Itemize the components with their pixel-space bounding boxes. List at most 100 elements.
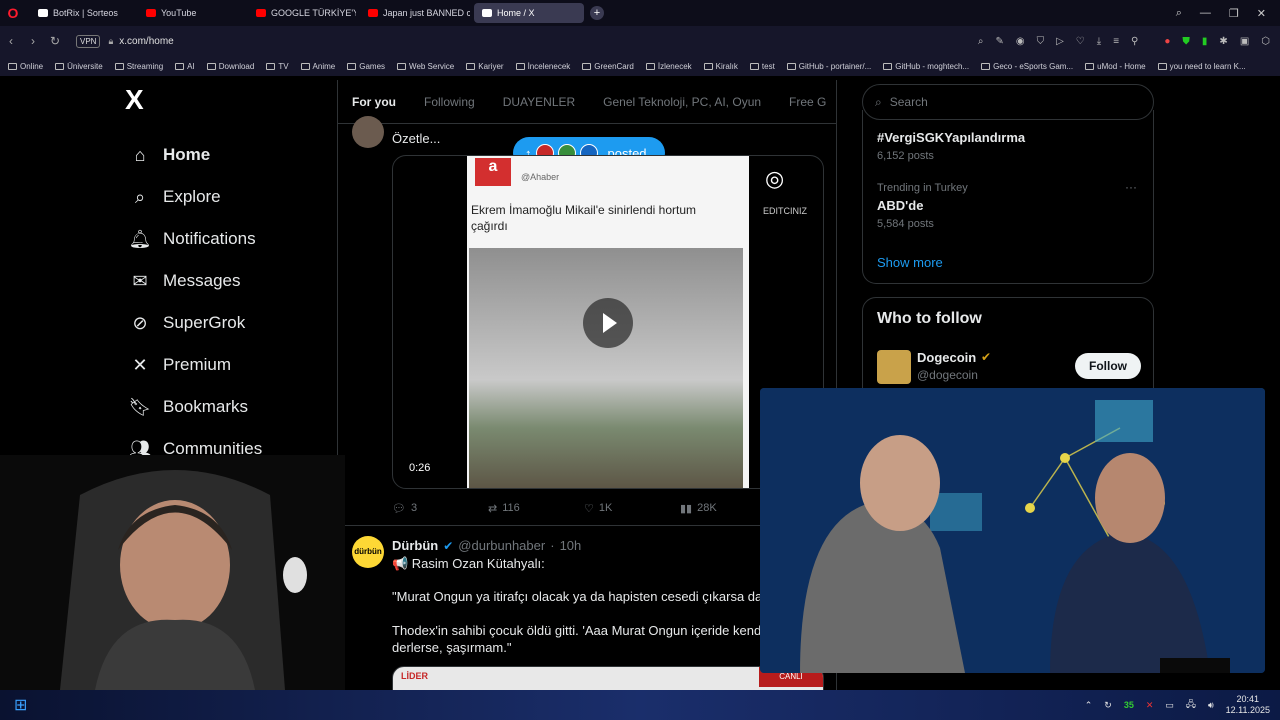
adblock-icon[interactable]: ⛊ xyxy=(1182,36,1190,47)
bookmark-item[interactable]: İncelenecek xyxy=(515,62,570,71)
edit-icon[interactable]: ✎ xyxy=(995,36,1003,47)
sidebar-item-notifications[interactable]: 🔔︎ Notifications xyxy=(120,218,340,260)
display-icon[interactable]: ▭ xyxy=(1165,700,1174,711)
bookmark-item[interactable]: GitHub - portainer/... xyxy=(786,62,871,71)
play-icon[interactable]: ▷ xyxy=(1056,36,1064,47)
folder-icon xyxy=(206,62,216,70)
tray-badge[interactable]: 35 xyxy=(1124,700,1134,710)
tab-free-g[interactable]: Free G xyxy=(775,95,836,109)
bell-icon: 🔔︎ xyxy=(128,228,152,249)
bookmark-item[interactable]: Anime xyxy=(300,62,335,71)
bookmark-item[interactable]: Streaming xyxy=(114,62,163,71)
sidebar-item-supergrok[interactable]: ⊘ SuperGrok xyxy=(120,302,340,344)
bookmark-item[interactable]: Kiralık xyxy=(703,62,738,71)
bookmark-item[interactable]: TV xyxy=(266,62,289,71)
forward-icon[interactable]: › xyxy=(22,34,44,48)
video-photo xyxy=(469,248,743,488)
bookmark-item[interactable]: Online xyxy=(8,62,43,71)
windows-start-icon[interactable]: ⊞ xyxy=(14,695,27,715)
tab-home-x[interactable]: Home / X xyxy=(474,3,584,23)
back-icon[interactable]: ‹ xyxy=(0,34,22,48)
bookmark-item[interactable]: uMod - Home xyxy=(1085,62,1146,71)
avatar[interactable] xyxy=(877,350,911,384)
tab-youtube[interactable]: YouTube xyxy=(138,3,244,23)
search-icon: ⌕ xyxy=(875,94,882,109)
tab-genel-teknoloji[interactable]: Genel Teknoloji, PC, AI, Oyun xyxy=(589,95,775,109)
extension-icon[interactable]: ▣ xyxy=(1240,36,1249,47)
folder-icon xyxy=(515,62,525,70)
tab-google-turkiye[interactable]: GOOGLE TÜRKİYE'YE xyxy=(248,3,356,23)
camera-icon[interactable]: ◉ xyxy=(1016,36,1025,47)
bookmark-item[interactable]: Üniversite xyxy=(55,62,103,71)
avatar[interactable]: dürbün xyxy=(352,536,384,568)
show-more-link[interactable]: Show more xyxy=(877,255,943,270)
x-logo-icon[interactable]: X xyxy=(125,84,340,116)
bookmark-item[interactable]: İzlenecek xyxy=(645,62,692,71)
tweet-actions: 💬︎ 3 ⇄ 116 ♡ 1K ▮▮ 28K xyxy=(392,498,776,518)
trend-title[interactable]: ABD'de xyxy=(877,198,923,213)
tab-duayenler[interactable]: DUAYENLER xyxy=(489,95,589,109)
bookmark-item[interactable]: test xyxy=(749,62,775,71)
sidebar-item-home[interactable]: ⌂ Home xyxy=(120,134,340,176)
sidebar-item-label: Home xyxy=(163,145,211,164)
search-icon: ⌕ xyxy=(134,186,146,207)
sidebar-item-premium[interactable]: ✕ Premium xyxy=(120,344,340,386)
avatar[interactable] xyxy=(352,116,384,148)
minimize-icon[interactable]: — xyxy=(1200,7,1211,19)
follow-button[interactable]: Follow xyxy=(1075,353,1141,379)
chevron-up-icon[interactable]: ⌃ xyxy=(1085,700,1093,711)
reply-button[interactable]: 💬︎ 3 xyxy=(392,498,488,518)
url-field[interactable]: x.com/home xyxy=(119,36,173,47)
bookmark-item[interactable]: Geco - eSports Gam... xyxy=(981,62,1073,71)
tab-botrix[interactable]: BotRix | Sorteos xyxy=(30,3,134,23)
repost-button[interactable]: ⇄ 116 xyxy=(488,498,584,518)
extension-icon[interactable]: ▮ xyxy=(1202,36,1208,47)
trend-title[interactable]: #VergiSGKYapılandırma xyxy=(877,130,1025,145)
search-icon[interactable]: ⌕ xyxy=(978,36,984,47)
bookmark-item[interactable]: Kariyer xyxy=(466,62,504,71)
folder-icon xyxy=(749,62,759,70)
tab-following[interactable]: Following xyxy=(410,95,489,109)
volume-icon[interactable]: 🔊︎ xyxy=(1208,700,1214,711)
tab-japan-banned[interactable]: Japan just BANNED censo xyxy=(360,3,470,23)
extensions-icon[interactable]: ⬡ xyxy=(1261,36,1270,47)
clock[interactable]: 20:41 12.11.2025 xyxy=(1226,694,1270,716)
bookmark-item[interactable]: Download xyxy=(206,62,254,71)
download-icon[interactable]: ⤓ xyxy=(1097,36,1101,47)
bookmark-item[interactable]: GreenCard xyxy=(582,62,634,71)
sidebar-item-explore[interactable]: ⌕ Explore xyxy=(120,176,340,218)
search-bar[interactable]: ⌕ Search xyxy=(862,84,1154,120)
close-icon[interactable]: ✕ xyxy=(1257,7,1266,20)
search-input[interactable]: Search xyxy=(890,95,928,109)
vpn-badge[interactable]: VPN xyxy=(76,34,101,48)
bookmark-item[interactable]: you need to learn K... xyxy=(1157,62,1246,71)
folder-icon xyxy=(8,62,17,70)
pip-video[interactable] xyxy=(760,388,1265,673)
network-icon[interactable]: 🖧︎ xyxy=(1186,697,1196,713)
extension-icon[interactable]: ● xyxy=(1164,36,1170,47)
sync-icon[interactable]: ↻ xyxy=(1104,700,1112,711)
search-tabs-icon[interactable]: ⌕ xyxy=(1176,7,1182,20)
bookmark-item[interactable]: Web Service xyxy=(397,62,454,71)
maximize-icon[interactable]: ❐ xyxy=(1229,7,1239,20)
extension-icon[interactable]: ✱ xyxy=(1219,36,1227,47)
folder-icon xyxy=(883,62,893,70)
heart-icon[interactable]: ♡ xyxy=(1076,36,1085,47)
shield-icon[interactable]: ⛉ xyxy=(1037,36,1045,47)
menu-icon[interactable]: ≡ xyxy=(1113,36,1119,47)
opera-logo-icon[interactable]: O xyxy=(0,0,26,26)
bookmark-item[interactable]: AI xyxy=(175,62,195,71)
tab-for-you[interactable]: For you xyxy=(338,95,410,109)
profile-icon[interactable]: ⚲ xyxy=(1131,36,1138,47)
bookmark-item[interactable]: Games xyxy=(347,62,385,71)
more-icon[interactable]: ··· xyxy=(1125,180,1137,194)
bookmark-item[interactable]: GitHub - moghtech... xyxy=(883,62,969,71)
sidebar-item-messages[interactable]: ✉ Messages xyxy=(120,260,340,302)
play-button[interactable] xyxy=(583,298,633,348)
sidebar-item-bookmarks[interactable]: 🔖︎ Bookmarks xyxy=(120,386,340,428)
tray-app-icon[interactable]: ✕ xyxy=(1146,700,1154,711)
like-button[interactable]: ♡ 1K xyxy=(584,498,680,518)
new-tab-button[interactable]: + xyxy=(590,6,604,20)
reload-icon[interactable]: ↻ xyxy=(44,34,66,48)
sidebar-nav: ⌂ Home ⌕ Explore 🔔︎ Notifications ✉ Messages ⊘ Su… xyxy=(120,134,340,470)
